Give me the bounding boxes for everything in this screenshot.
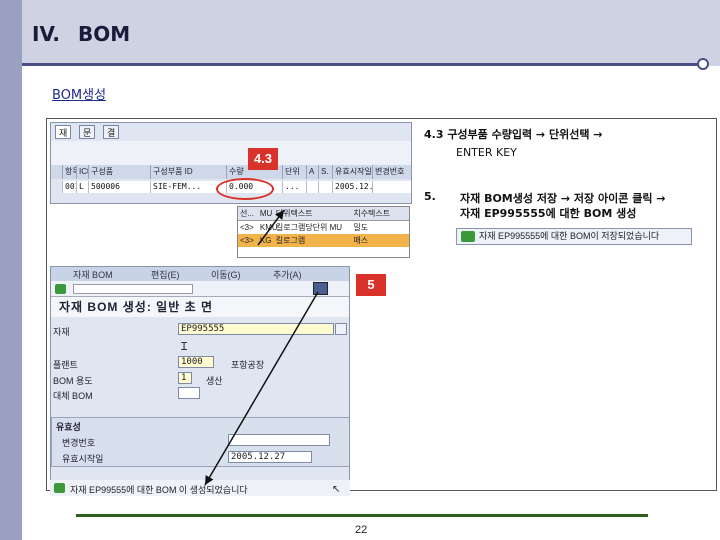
callout-arrows (204, 209, 319, 486)
arrow-dropdown-to-unit (257, 209, 285, 246)
arrow-save-to-status (204, 291, 319, 486)
footer-rule (76, 514, 648, 517)
page-number: 22 (355, 524, 368, 536)
